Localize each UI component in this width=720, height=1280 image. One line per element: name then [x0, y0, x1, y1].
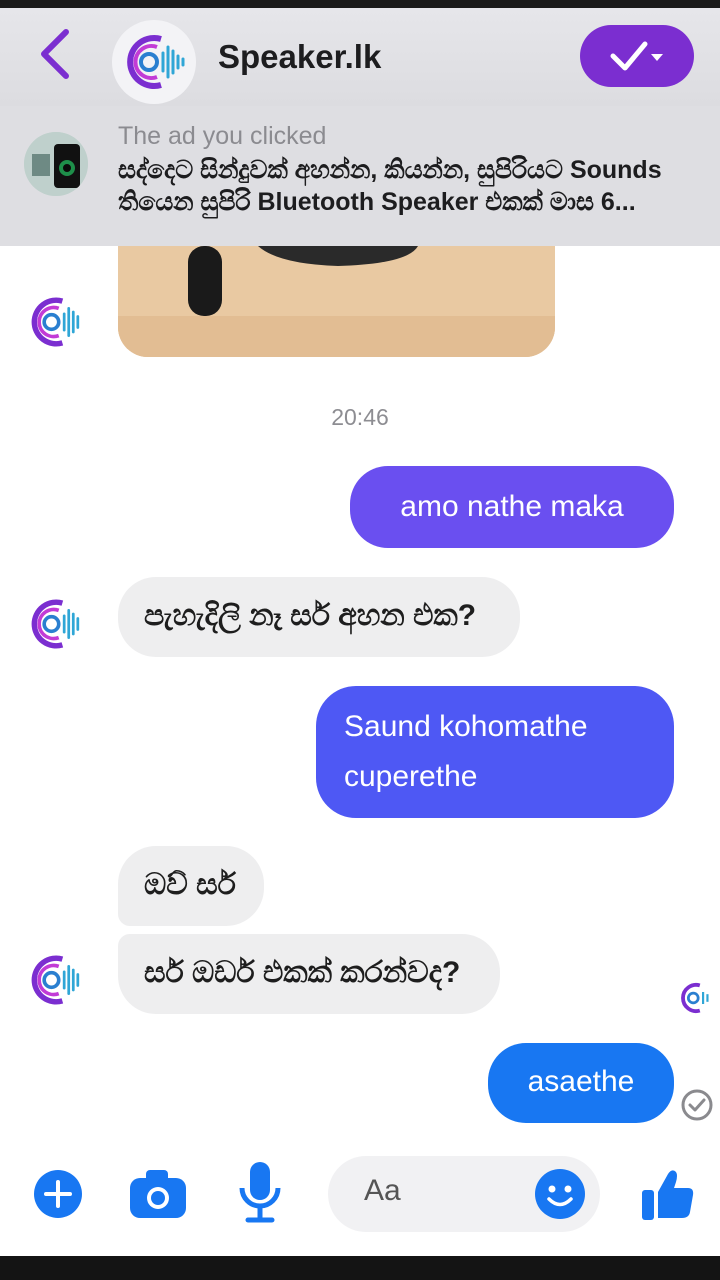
outgoing-message[interactable]: Saund kohomathe cuperethe — [316, 686, 674, 818]
options-button[interactable] — [580, 25, 694, 87]
sender-avatar[interactable] — [26, 594, 86, 654]
brand-logo-icon — [31, 955, 80, 1005]
message-input-placeholder: Aa — [364, 1174, 401, 1207]
outgoing-message[interactable]: asaethe — [488, 1043, 674, 1123]
image-message[interactable] — [118, 246, 555, 357]
back-chevron-icon — [41, 29, 69, 79]
incoming-message[interactable]: පැහැදිලි නෑ සර් අහන එක? — [118, 577, 520, 657]
chat-header: Speaker.lk — [0, 8, 720, 106]
page-avatar[interactable] — [112, 20, 196, 104]
brand-logo-icon — [31, 599, 80, 649]
back-button[interactable] — [36, 28, 76, 80]
sender-avatar[interactable] — [26, 292, 86, 352]
ad-caption: The ad you clicked — [118, 122, 327, 150]
thumbs-up-icon[interactable] — [640, 1166, 696, 1222]
status-bar — [0, 0, 720, 8]
message-timestamp: 20:46 — [331, 404, 389, 430]
incoming-message[interactable]: ඔව් සර් — [118, 846, 264, 926]
outgoing-message[interactable]: amo nathe maka — [350, 466, 674, 548]
ad-thumbnail — [24, 132, 88, 196]
brand-logo-icon — [127, 35, 185, 89]
navigation-bar — [0, 1256, 720, 1280]
plus-icon[interactable] — [34, 1170, 82, 1218]
camera-icon[interactable] — [128, 1168, 188, 1220]
read-receipt-avatar — [678, 980, 714, 1016]
microphone-icon[interactable] — [238, 1160, 282, 1226]
incoming-message[interactable]: සර් ඔඩර් එකක් කරන්වද? — [118, 934, 500, 1014]
sender-avatar[interactable] — [26, 950, 86, 1010]
emoji-icon[interactable] — [534, 1168, 586, 1220]
seen-check-icon — [681, 1089, 713, 1121]
checkmark-dropdown-icon — [610, 41, 663, 71]
page-title[interactable]: Speaker.lk — [218, 38, 381, 76]
brand-logo-icon — [31, 297, 80, 347]
ad-description: සද්දෙට සින්දුවක් අහන්න, කියන්න, සුපිරියට… — [118, 156, 662, 216]
brand-logo-icon — [681, 983, 709, 1013]
ad-context-banner[interactable]: The ad you clicked සද්දෙට සින්දුවක් අහන්… — [0, 106, 720, 246]
